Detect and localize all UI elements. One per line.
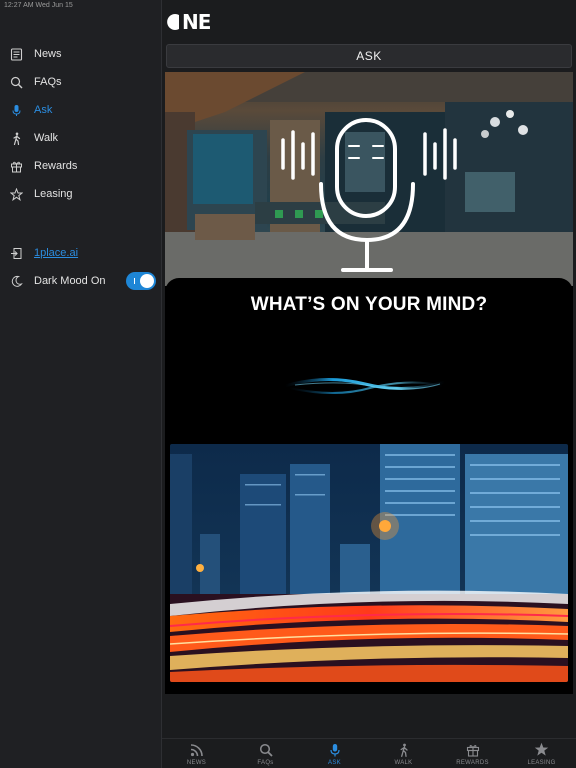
rss-icon	[189, 742, 204, 757]
star-icon	[534, 742, 549, 757]
microphone-icon	[9, 103, 23, 117]
ask-content: WHAT’S ON YOUR MIND?	[165, 72, 573, 694]
prompt-headline: WHAT’S ON YOUR MIND?	[250, 294, 488, 315]
tab-label: FAQs	[257, 760, 274, 766]
sidebar: News FAQs Ask Walk Rewards Leasing 1plac…	[0, 0, 162, 768]
logo-mark-icon	[167, 13, 179, 31]
toggle-knob	[140, 274, 154, 288]
sidebar-item-label: Rewards	[34, 160, 78, 172]
tab-ask[interactable]: ASK	[300, 739, 369, 768]
logo-text: NE	[182, 10, 211, 34]
tab-label: ASK	[328, 760, 341, 766]
gift-icon	[465, 742, 480, 757]
sidebar-item-leasing[interactable]: Leasing	[0, 182, 162, 206]
sidebar-item-label: News	[34, 48, 62, 60]
tab-label: NEWS	[186, 760, 207, 766]
sidebar-item-ask[interactable]: Ask	[0, 98, 162, 122]
sidebar-item-faqs[interactable]: FAQs	[0, 70, 162, 94]
sidebar-item-news[interactable]: News	[0, 42, 162, 66]
search-icon	[258, 742, 273, 757]
sidebar-item-label: Walk	[34, 132, 59, 144]
external-link-icon	[9, 246, 23, 260]
link-label[interactable]: 1place.ai	[34, 247, 78, 259]
toggle-on-indicator	[134, 278, 135, 284]
sidebar-item-walk[interactable]: Walk	[0, 126, 162, 150]
tab-news[interactable]: NEWS	[162, 739, 231, 768]
tab-rewards[interactable]: REWARDS	[438, 739, 507, 768]
walking-person-icon	[9, 131, 23, 145]
dark-mode-label: Dark Mood On	[34, 275, 106, 287]
search-icon	[9, 75, 23, 89]
sidebar-link-1place[interactable]: 1place.ai	[0, 241, 162, 265]
star-icon	[9, 187, 23, 201]
bottom-tab-bar: NEWS FAQs ASK WALK REWARDS LEASING	[162, 738, 576, 768]
sidebar-item-rewards[interactable]: Rewards	[0, 154, 162, 178]
city-night-image	[170, 444, 568, 682]
tab-label: WALK	[394, 760, 413, 766]
voice-wave-icon	[284, 378, 446, 394]
sidebar-item-label: FAQs	[34, 76, 62, 88]
dark-mode-row: Dark Mood On	[0, 269, 162, 293]
tab-label: REWARDS	[456, 760, 489, 766]
moon-icon	[9, 274, 23, 288]
dark-mode-toggle[interactable]	[126, 272, 156, 290]
main-area: NE ASK WHAT’S ON YOUR MIND? NEWS FAQs AS…	[162, 0, 576, 768]
status-bar: 12:27 AM Wed Jun 15	[4, 2, 73, 9]
microphone-icon	[327, 742, 342, 757]
sidebar-item-label: Ask	[34, 104, 53, 116]
page-title: ASK	[166, 44, 572, 68]
lobby-background-image	[165, 72, 573, 286]
app-logo: NE	[166, 10, 211, 34]
news-icon	[9, 47, 23, 61]
sidebar-item-label: Leasing	[34, 188, 73, 200]
walking-person-icon	[396, 742, 411, 757]
tab-label: LEASING	[527, 760, 556, 766]
tab-leasing[interactable]: LEASING	[507, 739, 576, 768]
tab-faqs[interactable]: FAQs	[231, 739, 300, 768]
tab-walk[interactable]: WALK	[369, 739, 438, 768]
gift-icon	[9, 159, 23, 173]
